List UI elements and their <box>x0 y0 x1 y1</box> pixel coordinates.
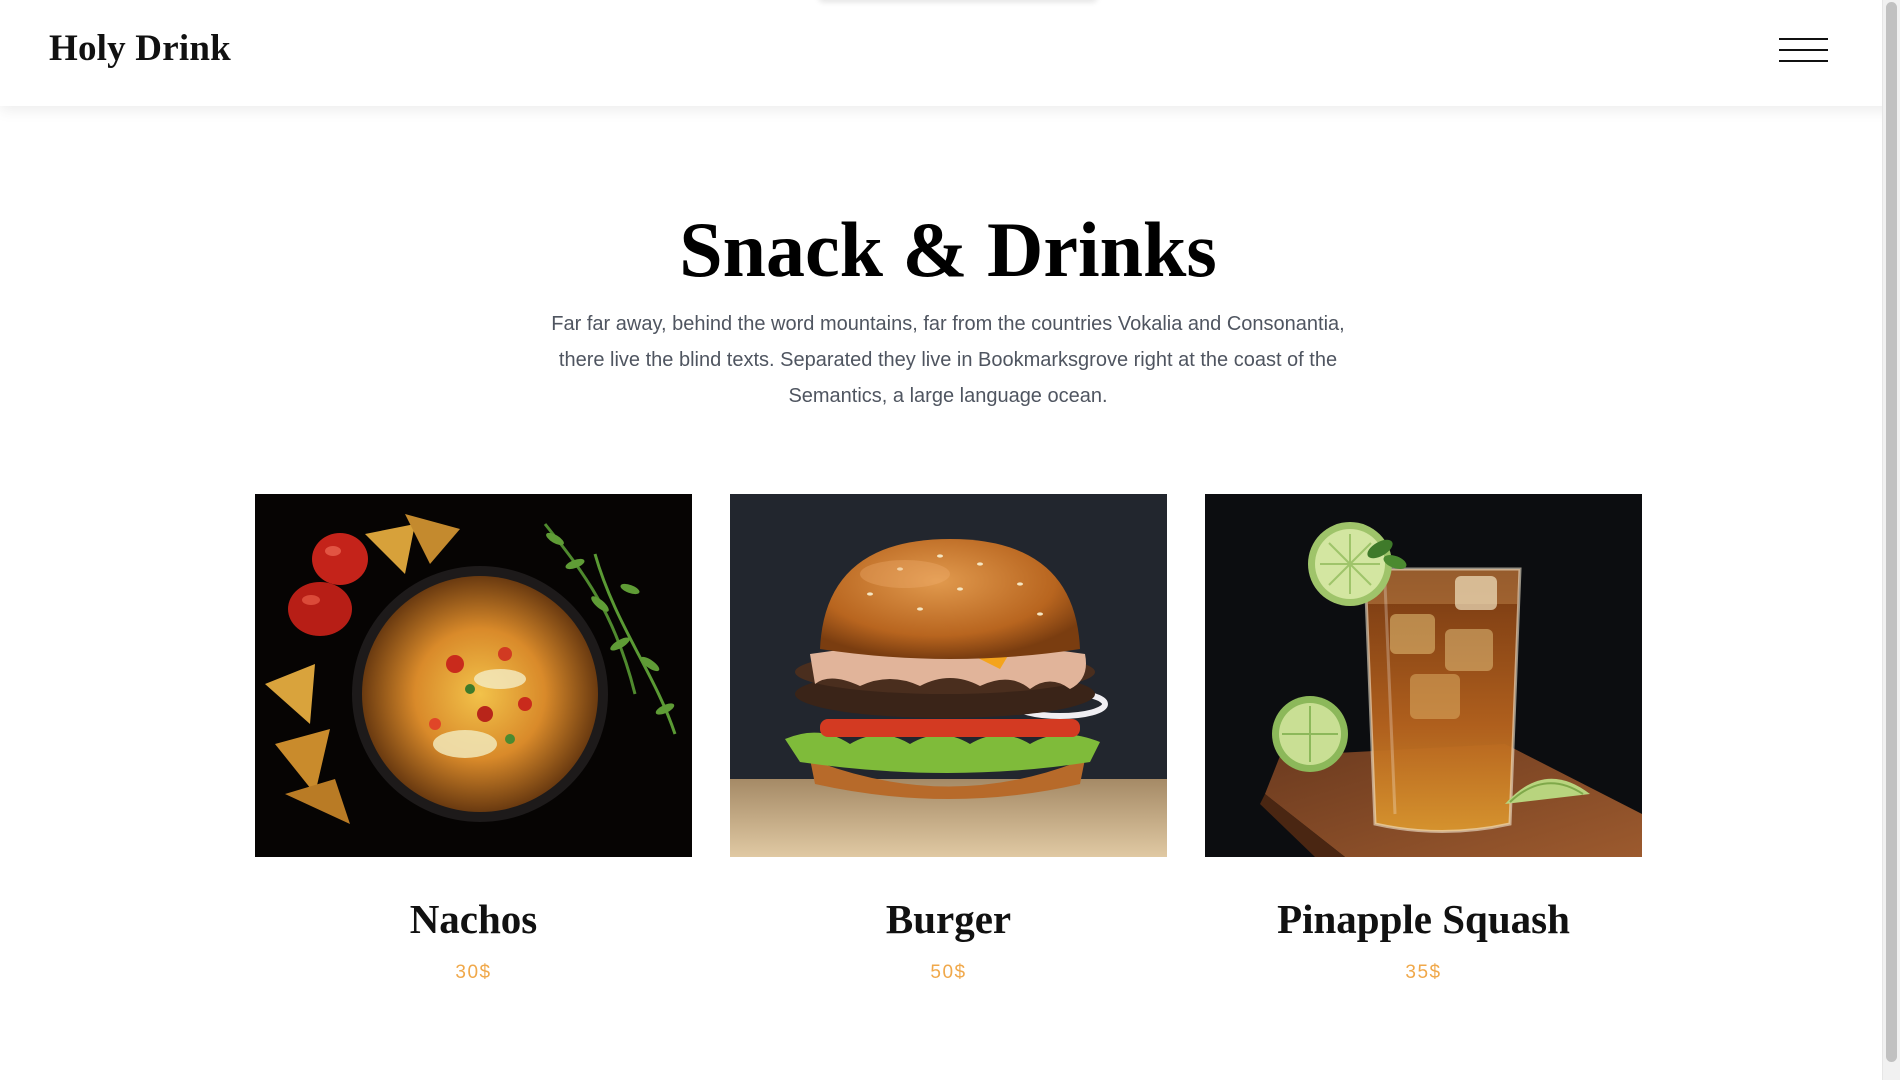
brand-logo[interactable]: Holy Drink <box>49 27 231 70</box>
menu-card-nachos[interactable]: Nachos 30$ <box>255 494 692 983</box>
item-price: 35$ <box>1405 962 1442 983</box>
hamburger-line <box>1779 38 1828 40</box>
hamburger-icon[interactable] <box>1774 35 1830 69</box>
vertical-scrollbar[interactable] <box>1882 0 1900 1080</box>
scrollbar-thumb[interactable] <box>1886 2 1897 1062</box>
page: Holy Drink Snack & Drinks Far far away, … <box>0 0 1900 1080</box>
hamburger-line <box>1779 60 1828 62</box>
section-description: Far far away, behind the word mountains,… <box>551 313 1345 407</box>
hamburger-line <box>1779 49 1828 51</box>
iced-drink-photo[interactable] <box>1205 494 1642 857</box>
item-name[interactable]: Nachos <box>255 895 692 943</box>
section-title: Snack & Drinks <box>679 206 1217 293</box>
menu-card-pinapple-squash[interactable]: Pinapple Squash 35$ <box>1205 494 1642 983</box>
item-price: 50$ <box>930 962 967 983</box>
item-name[interactable]: Pinapple Squash <box>1205 895 1642 943</box>
site-header: Holy Drink <box>0 0 1900 106</box>
burger-photo[interactable] <box>730 494 1167 857</box>
item-price: 30$ <box>455 962 492 983</box>
item-name[interactable]: Burger <box>730 895 1167 943</box>
nachos-photo[interactable] <box>255 494 692 857</box>
menu-card-burger[interactable]: Burger 50$ <box>730 494 1167 983</box>
